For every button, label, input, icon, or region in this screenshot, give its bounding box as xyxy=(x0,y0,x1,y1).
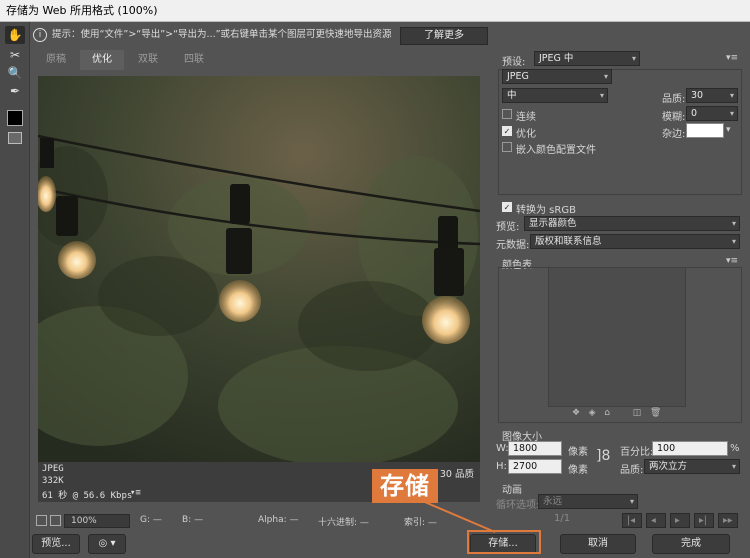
preview-file-size: 332K xyxy=(42,476,64,486)
download-speed-menu-icon[interactable]: ▾≡ xyxy=(130,488,141,498)
eyedropper-color-swatch[interactable] xyxy=(7,110,23,126)
height-label: H: xyxy=(496,461,507,472)
last-frame-icon[interactable]: ▸▸ xyxy=(718,513,738,528)
info-circle-icon: i xyxy=(33,28,47,42)
cancel-button[interactable]: 取消 xyxy=(560,534,636,554)
status-b: B: — xyxy=(182,515,204,525)
height-input[interactable]: 2700 xyxy=(508,459,562,474)
embed-color-profile-label: 嵌入颜色配置文件 xyxy=(516,145,596,156)
status-index: 索引: — xyxy=(404,518,437,528)
annotation-callout: 存储 xyxy=(372,469,438,503)
blur-label: 模糊: xyxy=(662,112,686,123)
next-frame-icon[interactable]: ▸| xyxy=(694,513,714,528)
status-g: G: — xyxy=(140,515,162,525)
preset-label: 预设: xyxy=(502,57,526,68)
tab-optimized[interactable]: 优化 xyxy=(80,50,124,70)
save-button-highlight xyxy=(467,530,541,554)
format-select[interactable]: JPEG ▾ xyxy=(502,69,612,84)
percent-input[interactable]: 100 xyxy=(652,441,728,456)
resample-quality-label: 品质: xyxy=(620,465,644,476)
tab-4-up[interactable]: 四联 xyxy=(172,50,216,70)
embed-color-profile-checkbox[interactable] xyxy=(502,142,512,152)
preview-color-label: 预览: xyxy=(496,222,520,233)
animation-title: 动画 xyxy=(502,485,522,496)
optimized-checkbox[interactable]: ✓ xyxy=(502,126,512,136)
matte-label: 杂边: xyxy=(662,129,686,140)
done-button[interactable]: 完成 xyxy=(652,534,730,554)
width-unit: 像素 xyxy=(568,447,588,458)
height-unit: 像素 xyxy=(568,465,588,476)
progressive-checkbox[interactable] xyxy=(502,109,512,119)
delete-color-icon[interactable]: 🗑 xyxy=(650,408,661,418)
status-alpha: Alpha: — xyxy=(258,515,299,525)
loop-options-select[interactable]: 永远 ▾ xyxy=(538,494,638,509)
zoom-out-icon[interactable] xyxy=(36,515,47,526)
hand-tool-icon[interactable]: ✋ xyxy=(5,26,25,44)
snap-to-web-icon[interactable]: ❖ xyxy=(572,408,580,418)
resample-quality-select[interactable]: 两次立方 ▾ xyxy=(644,459,740,474)
status-hex: 十六进制: — xyxy=(318,518,369,528)
blur-select[interactable]: 0 ▾ xyxy=(686,106,738,121)
eyedropper-tool-icon[interactable]: ✒ xyxy=(5,82,25,100)
tool-column: ✋ ✂ 🔍 ✒ xyxy=(0,22,30,558)
width-label: W: xyxy=(496,443,509,454)
width-input[interactable]: 1800 xyxy=(508,441,562,456)
color-table-tools: ❖ ◈ ⌂ ◫ 🗑 xyxy=(572,408,684,420)
color-table-menu-icon[interactable]: ▾≡ xyxy=(726,256,738,266)
tab-original[interactable]: 原稿 xyxy=(34,50,78,70)
color-table-swatches[interactable] xyxy=(548,267,686,407)
slice-select-tool-icon[interactable]: ✂ xyxy=(5,46,25,64)
matte-dropdown-icon[interactable]: ▾ xyxy=(726,125,731,135)
preset-select[interactable]: JPEG 中 ▾ xyxy=(534,51,640,66)
compression-level-select[interactable]: 中 ▾ xyxy=(502,88,608,103)
preview-color-select[interactable]: 显示器颜色 ▾ xyxy=(524,216,740,231)
settings-menu-icon[interactable]: ▾≡ xyxy=(726,53,738,63)
metadata-label: 元数据: xyxy=(496,240,530,251)
prev-frame-icon[interactable]: ◂ xyxy=(646,513,666,528)
string-lights-photo xyxy=(38,76,480,462)
quality-select[interactable]: 30 ▾ xyxy=(686,88,738,103)
loop-options-label: 循环选项: xyxy=(496,500,540,511)
convert-srgb-label: 转换为 sRGB xyxy=(516,205,576,216)
optimized-label: 优化 xyxy=(516,129,536,140)
zoom-in-icon[interactable] xyxy=(50,515,61,526)
shift-color-icon[interactable]: ◈ xyxy=(589,408,596,418)
percent-unit: % xyxy=(730,443,740,454)
globe-icon: ◎ xyxy=(98,538,108,549)
convert-srgb-checkbox[interactable]: ✓ xyxy=(502,202,512,212)
preview-format: JPEG xyxy=(42,464,64,474)
new-color-icon[interactable]: ◫ xyxy=(633,408,642,418)
quality-label: 品质: xyxy=(662,94,686,105)
preview-button[interactable]: 预览... xyxy=(32,534,80,554)
window-title: 存储为 Web 所用格式 (100%) xyxy=(0,0,750,22)
learn-more-button[interactable]: 了解更多 xyxy=(400,27,488,45)
matte-color-swatch[interactable] xyxy=(686,123,724,138)
lock-color-icon[interactable]: ⌂ xyxy=(604,408,610,418)
progressive-label: 连续 xyxy=(516,112,536,123)
footer-bar: 预览... ◎ ▾ 存储... 取消 完成 xyxy=(30,532,750,558)
first-frame-icon[interactable]: |◂ xyxy=(622,513,642,528)
image-preview[interactable] xyxy=(38,76,480,462)
tab-2-up[interactable]: 双联 xyxy=(126,50,170,70)
animation-frame-counter: 1/1 xyxy=(554,513,571,524)
percent-label: 百分比: xyxy=(620,447,654,458)
toggle-slices-visibility-icon[interactable] xyxy=(8,132,22,144)
preview-quality: 30 品质 xyxy=(439,469,474,480)
constrain-proportions-link-icon[interactable]: ]8 xyxy=(596,448,610,464)
zoom-tool-icon[interactable]: 🔍 xyxy=(5,64,25,82)
browser-preview-button[interactable]: ◎ ▾ xyxy=(88,534,126,554)
metadata-select[interactable]: 版权和联系信息 ▾ xyxy=(530,234,740,249)
preview-download-time: 61 秒 @ 56.6 Kbps xyxy=(42,491,133,501)
hint-text: 提示：使用“文件”>“导出”>“导出为...”或右键单击某个图层可更快速地导出资… xyxy=(52,29,392,40)
status-bar: 100% G: — B: — Alpha: — 十六进制: — 索引: — xyxy=(30,514,490,530)
play-icon[interactable]: ▸ xyxy=(670,513,690,528)
zoom-level-select[interactable]: 100% xyxy=(64,514,130,528)
